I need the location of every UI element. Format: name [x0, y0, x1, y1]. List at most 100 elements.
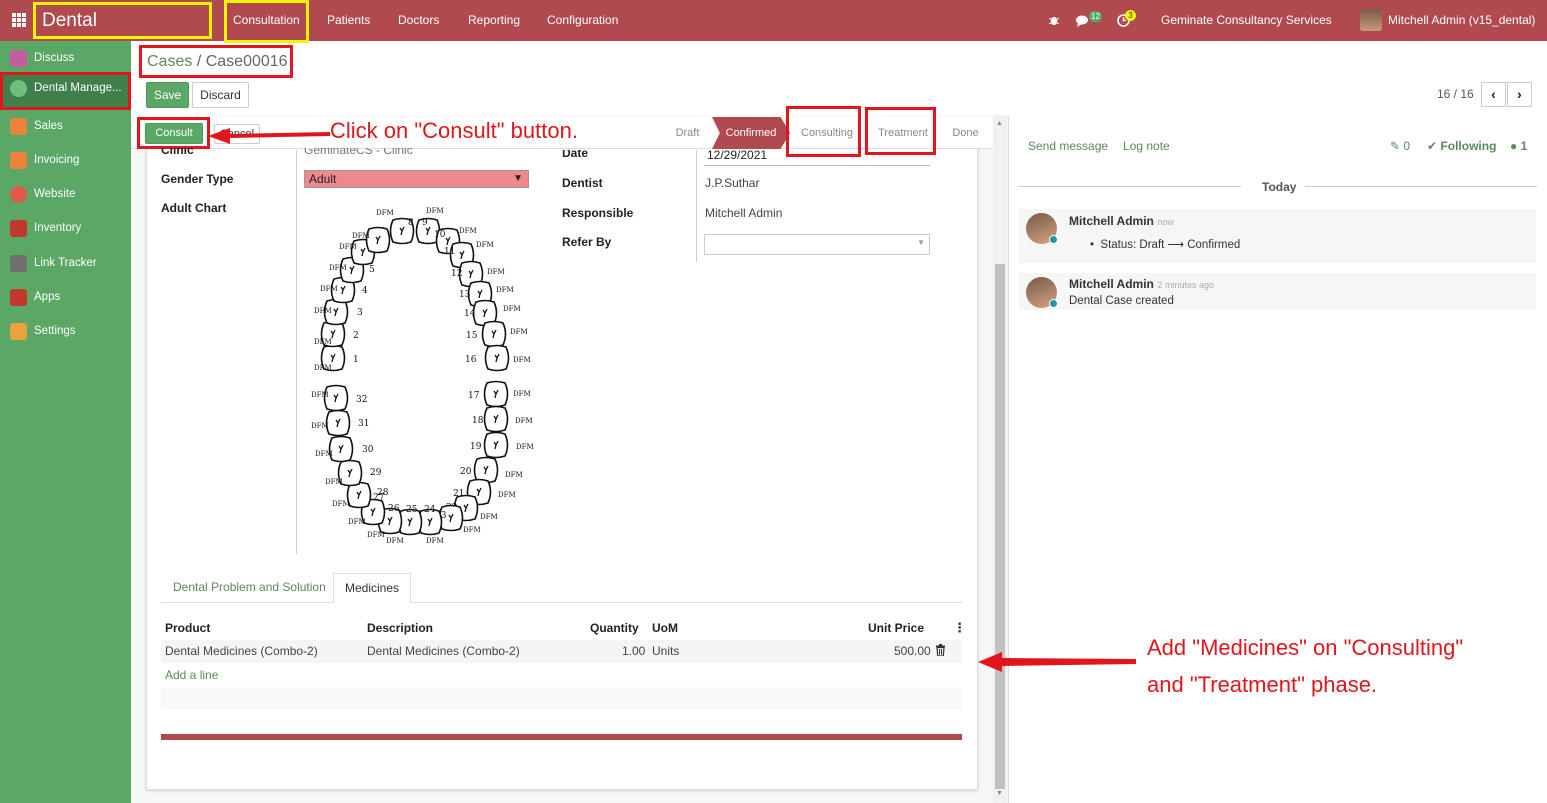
field-divider-right	[696, 150, 697, 262]
tooth-number: 8	[408, 218, 414, 228]
avatar[interactable]	[1026, 277, 1058, 308]
sidebar-item-apps[interactable]: Apps	[0, 281, 131, 313]
row-unit-price[interactable]: 500.00	[894, 644, 931, 658]
col-quantity[interactable]: Quantity	[590, 621, 639, 635]
message-author[interactable]: Mitchell Admin	[1069, 214, 1154, 228]
globe-icon	[10, 186, 27, 203]
tooth-dfm-label: DFM	[459, 227, 477, 235]
col-uom[interactable]: UoM	[652, 621, 678, 635]
sidebar-item-link-tracker[interactable]: Link Tracker	[0, 247, 131, 279]
discard-button[interactable]: Discard	[192, 82, 249, 108]
adult-chart-label: Adult Chart	[161, 201, 227, 215]
activity-count-badge: 3	[1125, 10, 1136, 21]
puzzle-icon	[10, 289, 27, 306]
dentist-value[interactable]: J.P.Suthar	[705, 176, 759, 190]
online-status-icon	[1049, 235, 1058, 244]
annotation-arrow-medicines	[978, 652, 1136, 672]
tooth-dfm-label: DFM	[320, 285, 338, 293]
stage-draft[interactable]: Draft	[665, 117, 710, 149]
sidebar-item-discuss[interactable]: Discuss	[0, 42, 131, 74]
log-note-button[interactable]: Log note	[1123, 139, 1170, 153]
row-uom[interactable]: Units	[652, 644, 679, 658]
apps-grid-icon[interactable]	[12, 13, 27, 28]
sidebar-item-inventory[interactable]: Inventory	[0, 212, 131, 244]
app-title[interactable]: Dental Management	[33, 2, 212, 62]
col-product[interactable]: Product	[165, 621, 210, 635]
row-product[interactable]: Dental Medicines (Combo-2)	[165, 644, 318, 658]
trash-icon[interactable]	[935, 644, 946, 659]
tab-medicines[interactable]: Medicines	[333, 573, 412, 603]
user-avatar[interactable]	[1360, 9, 1382, 31]
menu-configuration[interactable]: Configuration	[547, 0, 618, 41]
tooth-dfm-label: DFM	[463, 526, 481, 534]
tab-dental-problem[interactable]: Dental Problem and Solution	[162, 573, 337, 603]
field-divider	[296, 150, 297, 554]
sidebar-item-invoicing[interactable]: Invoicing	[0, 144, 131, 176]
tooth-dfm-label: DFM	[516, 443, 534, 451]
tooth-dfm-label: DFM	[311, 422, 329, 430]
menu-reporting[interactable]: Reporting	[468, 0, 520, 41]
followers-button[interactable]: ● 1	[1510, 139, 1527, 153]
sidebar-item-sales[interactable]: Sales	[0, 110, 131, 142]
date-input[interactable]: 12/29/2021	[704, 146, 930, 166]
tooth-dfm-label: DFM	[513, 356, 531, 364]
message-author[interactable]: Mitchell Admin	[1069, 277, 1154, 291]
responsible-value[interactable]: Mitchell Admin	[705, 206, 782, 220]
tooth-number: 24	[424, 505, 436, 515]
pager-value[interactable]: 16 / 16	[1437, 87, 1474, 101]
tooth-dfm-label: DFM	[476, 241, 494, 249]
tooth-number: 31	[358, 419, 369, 429]
scroll-up-icon[interactable]: ▲	[996, 120, 1003, 127]
discuss-icon	[10, 50, 27, 67]
tooth-dfm-label: DFM	[367, 531, 385, 539]
chat-icon[interactable]	[1076, 0, 1092, 41]
cloud-icon	[10, 80, 27, 97]
consult-button[interactable]: Consult	[145, 123, 203, 144]
message-time: - now	[1152, 217, 1175, 227]
form-scrollbar[interactable]: ▲ ▼	[993, 116, 1007, 803]
row-description[interactable]: Dental Medicines (Combo-2)	[367, 644, 520, 658]
tooth-dfm-label: DFM	[426, 207, 444, 215]
caret-down-icon: ▼	[917, 238, 925, 247]
stage-done[interactable]: Done	[944, 117, 987, 149]
save-button[interactable]: Save	[146, 82, 189, 108]
tooth-dfm-label: DFM	[352, 232, 370, 240]
stage-confirmed[interactable]: Confirmed	[712, 117, 790, 149]
invoice-icon	[10, 152, 27, 169]
menu-consultation[interactable]: Consultation	[224, 0, 309, 43]
sidebar-item-settings[interactable]: Settings	[0, 315, 131, 347]
online-status-icon	[1049, 299, 1058, 308]
pager-next-button[interactable]: ›	[1507, 82, 1532, 107]
menu-patients[interactable]: Patients	[327, 0, 370, 41]
tooth-dfm-label: DFM	[386, 537, 404, 545]
attachments-button[interactable]: ✎ 0	[1390, 139, 1410, 153]
tooth-dfm-label: DFM	[480, 513, 498, 521]
bug-icon[interactable]	[1048, 0, 1060, 41]
sidebar-item-dental-management[interactable]: Dental Manage...	[0, 72, 131, 110]
scroll-down-icon[interactable]: ▼	[996, 790, 1003, 797]
add-line-link[interactable]: Add a line	[165, 668, 218, 682]
col-description[interactable]: Description	[367, 621, 433, 635]
menu-doctors[interactable]: Doctors	[398, 0, 439, 41]
breadcrumb-cases-link[interactable]: Cases	[147, 53, 192, 70]
user-menu[interactable]: Mitchell Admin (v15_dental)	[1388, 0, 1535, 41]
chevron-down-icon: ▼	[513, 173, 523, 184]
following-button[interactable]: ✔ Following	[1427, 139, 1496, 153]
gender-type-select[interactable]: Adult ▼	[304, 170, 529, 188]
refer-by-input[interactable]: ▼	[704, 234, 930, 255]
row-quantity[interactable]: 1.00	[622, 644, 645, 658]
tooth-number: 9	[422, 218, 428, 228]
pager-previous-button[interactable]: ‹	[1481, 82, 1506, 107]
tooth-dfm-label: DFM	[348, 518, 366, 526]
avatar[interactable]	[1026, 213, 1058, 244]
tooth-number: 20	[460, 467, 472, 477]
adult-tooth-chart[interactable]: 1DFM2DFM3DFM4DFM5DFM6DFM7DFM8DFM9DFM10DF…	[300, 200, 540, 550]
send-message-button[interactable]: Send message	[1028, 139, 1108, 153]
user-icon: ●	[1510, 139, 1518, 153]
scrollbar-thumb[interactable]	[995, 264, 1005, 789]
sidebar-item-website[interactable]: Website	[0, 178, 131, 210]
col-unit-price[interactable]: Unit Price	[868, 621, 924, 635]
optional-columns-icon[interactable]: ⋮	[953, 620, 966, 636]
company-switcher[interactable]: Geminate Consultancy Services	[1161, 0, 1332, 41]
tooth-number: 2	[353, 331, 359, 341]
